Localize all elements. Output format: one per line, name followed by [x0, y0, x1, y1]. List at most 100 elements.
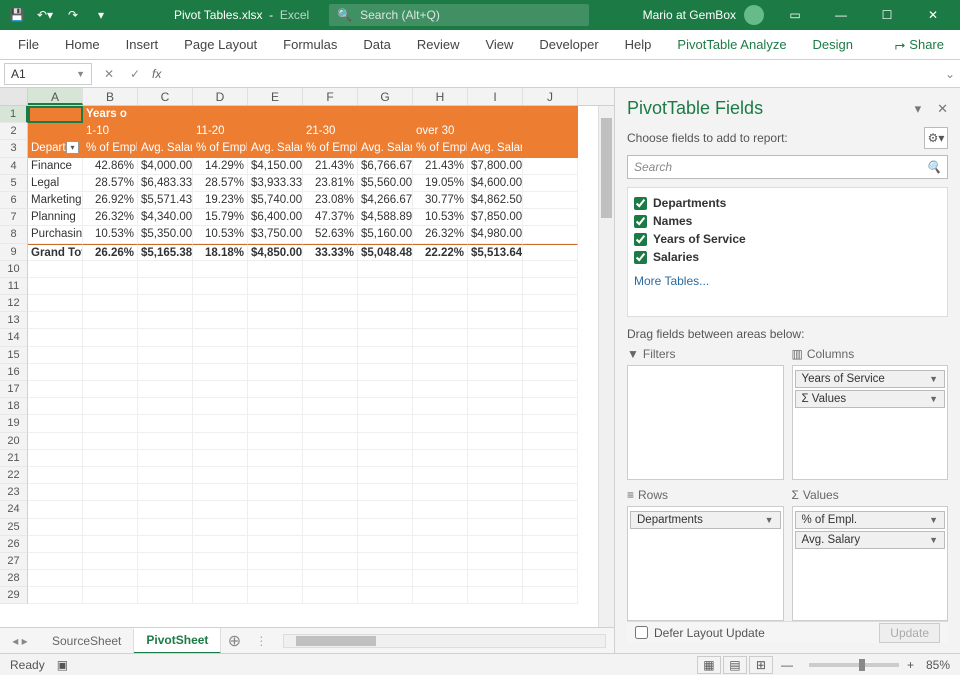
cell[interactable] [303, 467, 358, 484]
cell[interactable] [523, 433, 578, 450]
row-header[interactable]: 3 [0, 140, 28, 157]
cell[interactable] [413, 501, 468, 518]
cell[interactable] [413, 261, 468, 278]
cell[interactable] [468, 484, 523, 501]
col-header-i[interactable]: I [468, 88, 523, 105]
row-header[interactable]: 29 [0, 587, 28, 604]
cell[interactable] [193, 106, 248, 123]
cell[interactable] [193, 364, 248, 381]
cell[interactable] [358, 587, 413, 604]
cell[interactable] [83, 519, 138, 536]
cell[interactable]: Avg. Salar [358, 140, 413, 157]
qat-customize-icon[interactable]: ▾ [88, 3, 114, 27]
cell[interactable] [523, 140, 578, 157]
cell[interactable] [468, 536, 523, 553]
cell[interactable] [303, 450, 358, 467]
cell[interactable] [248, 312, 303, 329]
cell[interactable] [83, 278, 138, 295]
row-header[interactable]: 1 [0, 106, 28, 123]
columns-dropzone[interactable]: Years of Service▼ Σ Values▼ [792, 365, 949, 480]
cell[interactable]: Avg. Salary [468, 140, 523, 157]
cell[interactable] [28, 536, 83, 553]
vertical-scrollbar[interactable] [598, 106, 614, 627]
tab-pivottable-analyze[interactable]: PivotTable Analyze [667, 33, 796, 56]
cell[interactable] [193, 295, 248, 312]
cell[interactable] [303, 484, 358, 501]
cell[interactable]: 10.53% [83, 226, 138, 243]
cell[interactable] [303, 295, 358, 312]
macro-record-icon[interactable]: ▣ [57, 658, 68, 672]
cell[interactable]: $5,560.00 [358, 175, 413, 192]
cell[interactable] [523, 450, 578, 467]
cell[interactable] [303, 398, 358, 415]
cell[interactable]: % of Empl [83, 140, 138, 157]
cell[interactable] [248, 347, 303, 364]
cell[interactable] [303, 587, 358, 604]
cell[interactable] [83, 450, 138, 467]
filters-dropzone[interactable] [627, 365, 784, 480]
cell[interactable] [193, 381, 248, 398]
cell[interactable]: 14.29% [193, 158, 248, 175]
row-header[interactable]: 15 [0, 347, 28, 364]
row-header[interactable]: 19 [0, 415, 28, 432]
cell[interactable] [523, 570, 578, 587]
row-header[interactable]: 26 [0, 536, 28, 553]
row-header[interactable]: 25 [0, 519, 28, 536]
row-header[interactable]: 10 [0, 261, 28, 278]
cell[interactable]: $5,571.43 [138, 192, 193, 209]
cell[interactable] [138, 106, 193, 123]
tab-page-layout[interactable]: Page Layout [174, 33, 267, 56]
cell[interactable] [193, 415, 248, 432]
row-header[interactable]: 23 [0, 484, 28, 501]
cancel-formula-icon[interactable]: ✕ [96, 63, 122, 85]
cell[interactable] [83, 553, 138, 570]
formula-input[interactable] [161, 63, 940, 85]
cell[interactable] [248, 519, 303, 536]
cell[interactable] [468, 123, 523, 140]
col-header-f[interactable]: F [303, 88, 358, 105]
cell[interactable] [28, 312, 83, 329]
cell[interactable]: 28.57% [83, 175, 138, 192]
row-header[interactable]: 17 [0, 381, 28, 398]
cell[interactable] [468, 261, 523, 278]
cell[interactable] [358, 329, 413, 346]
row-header[interactable]: 8 [0, 226, 28, 243]
cell[interactable] [28, 467, 83, 484]
row-header[interactable]: 22 [0, 467, 28, 484]
cell[interactable] [83, 536, 138, 553]
cell[interactable] [358, 570, 413, 587]
undo-icon[interactable]: ↶▾ [32, 3, 58, 27]
cell[interactable]: $4,000.00 [138, 158, 193, 175]
cell[interactable] [193, 312, 248, 329]
cell[interactable] [193, 329, 248, 346]
cell[interactable] [468, 587, 523, 604]
cell[interactable] [28, 381, 83, 398]
cell[interactable] [358, 106, 413, 123]
cell[interactable]: Legal [28, 175, 83, 192]
cell[interactable] [28, 398, 83, 415]
zoom-slider[interactable] [809, 663, 899, 667]
cell[interactable] [358, 536, 413, 553]
cell[interactable] [138, 501, 193, 518]
cell[interactable] [523, 536, 578, 553]
cell[interactable]: Planning [28, 209, 83, 226]
cell[interactable]: 19.05% [413, 175, 468, 192]
filter-dropdown-icon[interactable]: ▾ [66, 141, 79, 154]
cell[interactable] [358, 553, 413, 570]
pill-years-of-service[interactable]: Years of Service▼ [795, 370, 946, 388]
cell[interactable] [193, 261, 248, 278]
cell[interactable] [28, 364, 83, 381]
cell[interactable] [303, 329, 358, 346]
row-header[interactable]: 5 [0, 175, 28, 192]
cell[interactable]: $5,048.48 [358, 244, 413, 261]
values-dropzone[interactable]: % of Empl.▼ Avg. Salary▼ [792, 506, 949, 621]
cell[interactable]: Depart▾ [28, 140, 83, 157]
zoom-in-button[interactable]: + [907, 658, 914, 672]
cell[interactable] [138, 364, 193, 381]
minimize-button[interactable]: — [818, 0, 864, 30]
sheet-nav[interactable]: ◂ ▸ [0, 634, 40, 648]
pane-gear-button[interactable]: ⚙▾ [924, 127, 948, 149]
cell[interactable] [523, 123, 578, 140]
pill-pct-empl[interactable]: % of Empl.▼ [795, 511, 946, 529]
cell[interactable] [523, 381, 578, 398]
